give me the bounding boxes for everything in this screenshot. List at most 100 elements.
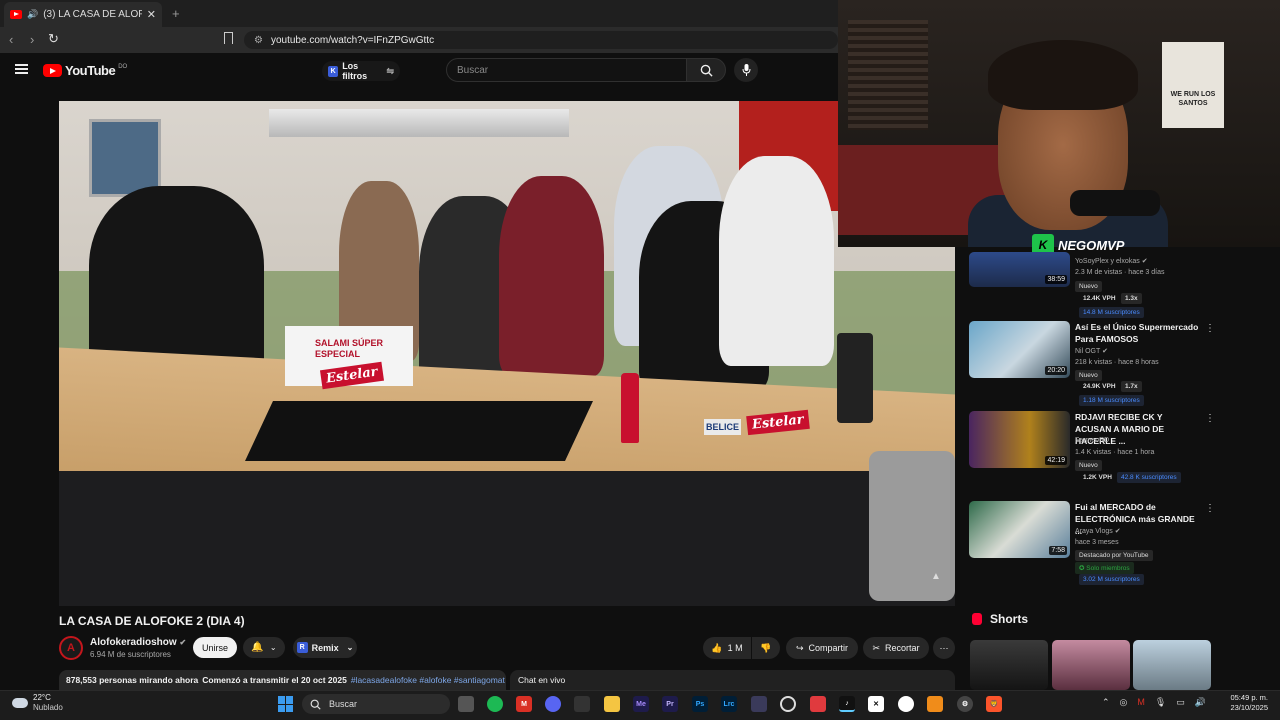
live-chat-header[interactable]: Chat en vivo	[510, 670, 955, 690]
like-button[interactable]: 👍 1 M	[703, 637, 751, 659]
browser-tab[interactable]: 🔊 (3) LA CASA DE ALOFOKE 2 ( ✕	[4, 2, 162, 27]
channel-avatar[interactable]: A	[59, 636, 83, 660]
recommended-video[interactable]: 20:20 Así Es el Único Supermercado Para …	[969, 321, 1219, 406]
gamepad-icon[interactable]	[751, 696, 767, 712]
voice-search-button[interactable]	[734, 58, 758, 82]
system-tray[interactable]: ⌃ ◎ M 🎙 ▭ 🔊	[1102, 697, 1206, 708]
task-view-icon[interactable]	[458, 696, 474, 712]
gmail-tray-icon[interactable]: M	[1137, 697, 1145, 708]
bookmark-icon[interactable]	[224, 32, 233, 44]
clip-button[interactable]: ✂ Recortar	[863, 637, 929, 659]
search-input[interactable]: Buscar	[446, 58, 687, 82]
reload-icon[interactable]: ↻	[48, 31, 59, 47]
video-thumbnail[interactable]: 20:20	[969, 321, 1070, 378]
gmail-icon[interactable]: M	[516, 696, 532, 712]
video-thumbnail[interactable]: 42:19	[969, 411, 1070, 468]
video-meta: 2.3 M de vistas · hace 3 días	[1075, 269, 1165, 276]
brave-browser-icon[interactable]: 🦁	[986, 696, 1002, 712]
ratio-badge: 1.3x	[1121, 293, 1142, 304]
video-thumbnail[interactable]: 7:58	[969, 501, 1070, 558]
video-duration: 42:19	[1045, 456, 1067, 465]
tab-close-icon[interactable]: ✕	[147, 8, 156, 21]
video-description[interactable]: 878,553 personas mirando ahora Comenzó a…	[59, 670, 506, 690]
video-player[interactable]: SALAMI SÚPER ESPECIAL Estelar Estelar BE…	[59, 101, 955, 606]
volume-icon[interactable]: 🔊	[1195, 697, 1206, 708]
thumbs-down-icon: 👎	[760, 642, 772, 653]
weather-widget[interactable]: 22°C Nublado	[12, 693, 63, 713]
hamburger-menu-icon[interactable]	[15, 64, 28, 74]
chevron-down-icon: ⌄	[346, 643, 354, 652]
media-encoder-icon[interactable]: Me	[633, 696, 649, 712]
share-arrow-icon: ↪	[795, 642, 804, 653]
youtube-favicon-icon	[10, 10, 22, 19]
photoshop-icon[interactable]: Ps	[692, 696, 708, 712]
more-actions-button[interactable]: ⋯	[933, 637, 955, 659]
verified-icon: ✔	[1102, 348, 1108, 355]
subscriber-badge: 14.8 M suscriptores	[1079, 307, 1144, 318]
short-thumbnail[interactable]	[970, 640, 1048, 690]
taskbar-search-label: Buscar	[329, 699, 358, 709]
windows-start-button[interactable]	[278, 696, 294, 712]
chevron-up-icon[interactable]: ⌃	[1102, 697, 1110, 708]
join-button[interactable]: Unirse	[193, 637, 237, 658]
hashtags[interactable]: #lacasadealofoke #alofoke #santiagomat	[351, 675, 505, 685]
site-settings-icon[interactable]: ⚙	[254, 35, 263, 46]
members-text: Solo miembros	[1086, 565, 1130, 572]
dislike-button[interactable]: 👎	[752, 637, 780, 659]
obs-icon[interactable]	[780, 696, 796, 712]
new-tab-button[interactable]: +	[172, 6, 180, 21]
extension-k-icon: K	[328, 65, 339, 77]
channel-name[interactable]: Alofokeradioshow ✔	[90, 637, 186, 648]
short-thumbnail[interactable]	[1052, 640, 1130, 690]
shorts-icon	[972, 613, 982, 625]
short-thumbnail[interactable]	[1133, 640, 1211, 690]
more-vertical-icon[interactable]: ⋮	[1205, 323, 1215, 334]
file-explorer-icon[interactable]	[604, 696, 620, 712]
video-thumbnail[interactable]: 38:59	[969, 252, 1070, 287]
forward-arrow-icon[interactable]: ›	[30, 32, 34, 47]
back-arrow-icon[interactable]: ‹	[9, 32, 13, 47]
box-label: SALAMI SÚPER ESPECIAL	[315, 338, 384, 359]
network-icon[interactable]: ▭	[1176, 697, 1185, 708]
microphone-icon	[742, 64, 750, 76]
video-channel: FarmeoRD	[1075, 437, 1110, 444]
premiere-icon[interactable]: Pr	[662, 696, 678, 712]
channel-subscribers: 6.94 M de suscriptores	[90, 650, 171, 659]
recommended-video[interactable]: 7:58 Fui al MERCADO de ELECTRÓNICA más G…	[969, 501, 1219, 587]
spotify-icon[interactable]	[487, 696, 503, 712]
filters-extension-button[interactable]: K Los filtros ⇋	[322, 61, 400, 81]
cloud-icon	[12, 698, 28, 708]
share-button[interactable]: ↪ Compartir	[786, 637, 858, 659]
microphone-tray-icon[interactable]: 🎙	[1155, 697, 1166, 708]
weather-condition: Nublado	[33, 703, 63, 712]
clock-app-icon[interactable]	[898, 696, 914, 712]
video-title[interactable]: Así Es el Único Supermercado Para FAMOSO…	[1075, 321, 1200, 345]
remix-icon: R	[296, 642, 308, 653]
recommended-video[interactable]: 38:59 YoSoyPlex y elxokas ✔ 2.3 M de vis…	[969, 252, 1219, 318]
video-channel: Araya Vlogs ✔	[1075, 527, 1121, 535]
tab-title: (3) LA CASA DE ALOFOKE 2 (	[43, 9, 142, 20]
address-bar[interactable]: ⚙ youtube.com/watch?v=IFnZPGwGttc	[244, 31, 838, 49]
bell-icon: 🔔	[251, 642, 264, 653]
settings-icon[interactable]: ⚙	[957, 696, 973, 712]
channel-text: Nil OGT	[1075, 348, 1101, 355]
remix-button[interactable]: R Remix ⌄	[293, 637, 357, 658]
search-placeholder: Buscar	[457, 64, 489, 76]
verified-icon: ✔	[179, 638, 187, 647]
vlc-icon[interactable]	[927, 696, 943, 712]
lightroom-icon[interactable]: Lrc	[721, 696, 737, 712]
app-icon[interactable]	[574, 696, 590, 712]
search-button[interactable]	[686, 58, 726, 82]
app-tray-icon[interactable]: ◎	[1120, 697, 1128, 708]
notifications-button[interactable]: 🔔 ⌄	[243, 637, 285, 658]
capcut-icon[interactable]: ✕	[868, 696, 884, 712]
tiktok-icon[interactable]: ♪	[839, 696, 855, 712]
app-red-icon[interactable]	[810, 696, 826, 712]
taskbar-search[interactable]: Buscar	[302, 694, 450, 714]
more-vertical-icon[interactable]: ⋮	[1205, 413, 1215, 424]
system-clock[interactable]: 05:49 p. m. 23/10/2025	[1218, 693, 1268, 713]
recommended-video[interactable]: 42:19 RDJAVI RECIBE CK Y ACUSAN A MARIO …	[969, 411, 1219, 486]
more-vertical-icon[interactable]: ⋮	[1205, 503, 1215, 514]
discord-icon[interactable]	[545, 696, 561, 712]
youtube-logo[interactable]: YouTube DO	[43, 63, 127, 78]
